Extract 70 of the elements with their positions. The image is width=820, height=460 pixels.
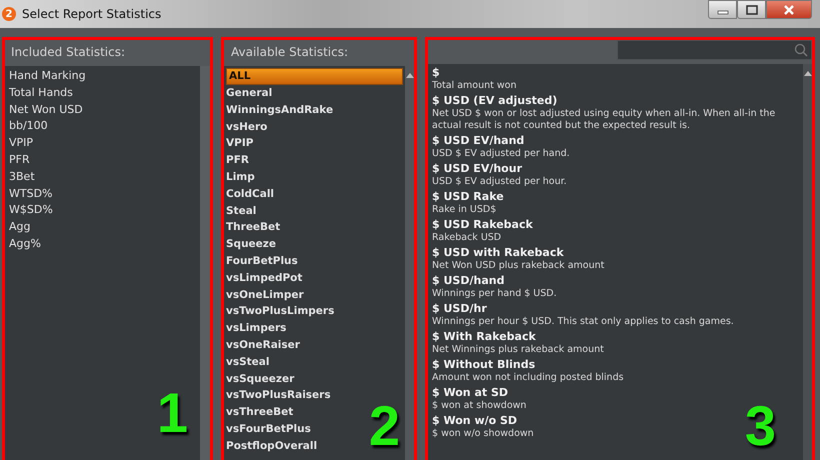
statistic-name[interactable]: $ With Rakeback — [432, 330, 803, 344]
list-item[interactable]: vsTwoPlusLimpers — [224, 303, 405, 320]
statistic-description: Total amount won — [432, 80, 518, 92]
close-icon — [782, 4, 796, 14]
statistic-description: Net USD $ won or lost adjusted using equity when all-in. When all-in the actual result is not counted but the expected result is. — [432, 108, 776, 132]
annotation-number: 3 — [744, 398, 776, 454]
minimize-button[interactable] — [708, 0, 737, 19]
list-item[interactable]: WTSD% — [7, 186, 200, 202]
window-title: Select Report Statistics — [22, 7, 162, 21]
maximize-icon — [744, 4, 758, 14]
statistic-name[interactable]: $ USD Rakeback — [432, 218, 803, 232]
statistic-name[interactable]: $ USD with Rakeback — [432, 246, 803, 260]
panel-heading: Included Statistics: — [10, 44, 126, 61]
list-item[interactable]: ThreeBet — [224, 219, 405, 236]
list-item[interactable]: VPIP — [7, 135, 200, 152]
panel-heading: Available Statistics: — [230, 44, 350, 61]
list-item[interactable]: Total Hands — [7, 84, 200, 102]
statistic-name[interactable]: $ Without Blinds — [432, 358, 803, 372]
list-item[interactable]: Agg% — [7, 236, 200, 253]
statistic-name[interactable]: $ USD/hand — [432, 274, 803, 288]
statistic-description: Net Winnings plus rakeback amount — [432, 344, 605, 356]
statistic-name[interactable]: $ USD (EV adjusted) — [432, 94, 803, 108]
list-item[interactable]: 3Bet — [7, 168, 200, 186]
statistic-description: Winnings per hour $ USD. This stat only applies to cash games. — [432, 316, 735, 328]
list-item[interactable]: Steal — [224, 202, 405, 220]
close-button[interactable] — [766, 0, 812, 19]
statistic-description: Net Won USD plus rakeback amount — [432, 260, 606, 272]
statistic-description: USD $ EV adjusted per hour. — [432, 176, 568, 188]
maximize-button[interactable] — [737, 0, 766, 19]
list-item[interactable]: WinningsAndRake — [224, 102, 405, 119]
list-item[interactable]: PFR — [7, 152, 200, 169]
statistic-name[interactable]: $ USD/hr — [432, 302, 803, 316]
statistic-name[interactable]: $ — [432, 66, 803, 80]
statistic-description: $ won w/o showdown — [432, 428, 535, 440]
list-item[interactable]: vsSqueezer — [224, 370, 405, 388]
statistic-name[interactable]: $ Won at SD — [432, 386, 803, 400]
scroll-up-icon[interactable] — [804, 70, 812, 76]
list-item[interactable]: FourBetPlus — [224, 252, 405, 270]
statistic-name[interactable]: $ USD Rake — [432, 190, 803, 204]
list-item[interactable]: vsOneLimper — [224, 286, 405, 304]
list-item[interactable]: VPIP — [224, 135, 405, 152]
list-item[interactable]: bb/100 — [7, 118, 200, 136]
list-item[interactable]: W$SD% — [7, 202, 200, 220]
list-item[interactable]: ALL — [226, 68, 403, 85]
app-logo: 2 — [2, 7, 16, 21]
list-item[interactable]: vsSteal — [224, 354, 405, 371]
statistic-description: $ won at showdown — [432, 400, 528, 412]
list-item[interactable]: General — [224, 85, 405, 102]
list-item[interactable]: ColdCall — [224, 186, 405, 203]
annotation-number: 1 — [156, 385, 188, 441]
statistic-description: USD $ EV adjusted per hand. — [432, 148, 571, 160]
statistic-description: Rake in USD$ — [432, 204, 498, 216]
statistic-name[interactable]: $ USD EV/hour — [432, 162, 803, 176]
search-icon — [794, 43, 808, 57]
list-item[interactable]: vsLimpedPot — [224, 270, 405, 287]
list-item[interactable]: Agg — [7, 219, 200, 236]
statistic-description: Amount won not including posted blinds — [432, 372, 625, 384]
list-item[interactable]: Net Won USD — [7, 102, 200, 118]
search-field[interactable] — [617, 40, 812, 60]
statistic-description: Rakeback USD — [432, 232, 502, 244]
list-item[interactable]: vsOneRaiser — [224, 336, 405, 354]
list-item[interactable]: vsHero — [224, 118, 405, 136]
list-item[interactable]: Squeeze — [224, 236, 405, 253]
statistic-name[interactable]: $ USD EV/hand — [432, 134, 803, 148]
statistic-description: Winnings per hand $ USD. — [432, 288, 558, 300]
list-item[interactable]: PFR — [224, 152, 405, 169]
scroll-up-icon[interactable] — [406, 72, 414, 78]
list-item[interactable]: Limp — [224, 168, 405, 186]
list-item[interactable]: vsLimpers — [224, 320, 405, 337]
list-item[interactable]: Hand Marking — [7, 68, 200, 85]
